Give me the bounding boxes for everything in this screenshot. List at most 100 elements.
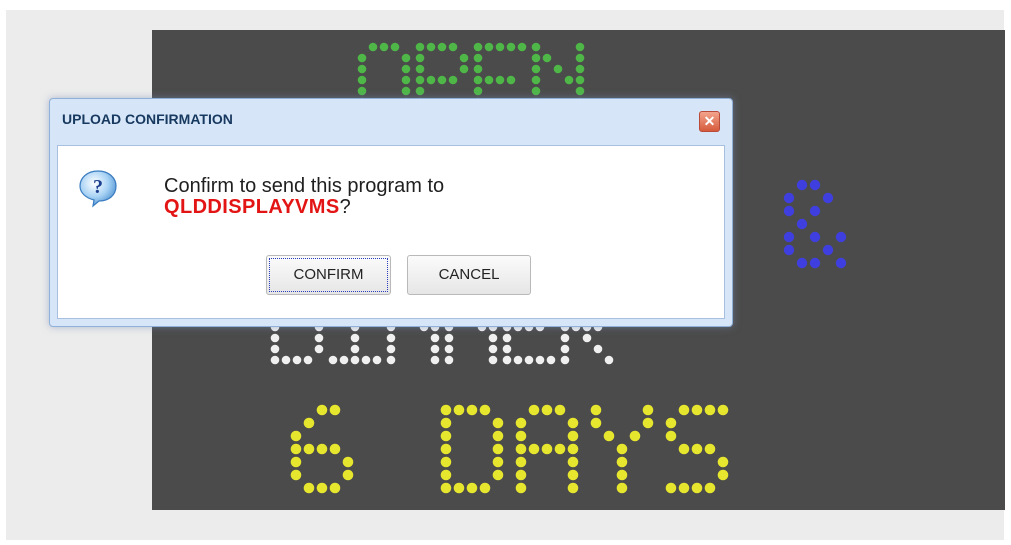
led-dot [554,404,566,416]
led-dot [270,333,280,343]
device-name: QLDDISPLAYVMS [164,196,340,218]
led-dot [553,64,563,74]
led-dot [484,75,494,85]
led-dot [515,417,527,429]
led-dot [560,355,570,365]
led-dot [531,64,541,74]
led-dot [515,482,527,494]
led-dot [575,75,585,85]
led-dot [303,482,315,494]
led-dot [459,64,469,74]
led-dot [691,404,703,416]
led-dot [567,443,579,455]
led-dot [492,417,504,429]
led-dot [415,53,425,63]
led-dot [665,482,677,494]
led-dot [502,344,512,354]
led-dot [809,179,821,191]
led-dot [541,404,553,416]
dialog-titlebar[interactable]: UPLOAD CONFIRMATION ✕ [50,99,732,143]
cancel-button[interactable]: CANCEL [407,255,531,295]
led-dot [430,344,440,354]
led-dot [582,333,592,343]
led-dot [506,42,516,52]
led-dot [390,42,400,52]
led-dot [524,355,534,365]
led-dot [440,482,452,494]
led-dot [426,75,436,85]
led-dot [502,333,512,343]
led-dot [809,231,821,243]
led-dot [704,482,716,494]
led-dot [357,53,367,63]
led-dot [492,469,504,481]
led-dot [567,469,579,481]
led-dot [665,430,677,442]
led-dot [290,469,302,481]
led-dot [444,333,454,343]
led-dot [564,75,574,85]
led-dot [437,42,447,52]
led-dot [717,456,729,468]
led-dot [314,344,324,354]
led-dot [466,404,478,416]
led-dot [590,417,602,429]
led-dot [426,42,436,52]
led-dot [440,443,452,455]
led-dot [560,344,570,354]
led-dot [531,53,541,63]
led-dot [473,64,483,74]
led-dot [440,404,452,416]
led-dot [430,333,440,343]
led-dot [473,42,483,52]
led-dot [350,344,360,354]
confirm-button[interactable]: CONFIRM [266,255,391,295]
led-dot [704,404,716,416]
led-dot [809,205,821,217]
led-dot [484,42,494,52]
led-dot [554,443,566,455]
led-dot [473,53,483,63]
led-dot [542,53,552,63]
led-dot [528,443,540,455]
led-dot [440,417,452,429]
led-dot [453,404,465,416]
led-dot [386,355,396,365]
question-icon: ? [79,170,117,208]
led-dot [567,482,579,494]
led-dot [290,456,302,468]
led-dot [459,53,469,63]
led-dot [415,86,425,96]
led-dot [541,443,553,455]
led-dot [401,53,411,63]
led-dot [329,443,341,455]
led-dot [440,469,452,481]
led-dot [567,430,579,442]
led-dot [479,404,491,416]
led-dot [342,456,354,468]
led-dot [691,482,703,494]
led-dot [448,75,458,85]
led-dot [835,231,847,243]
led-dot [783,231,795,243]
svg-text:?: ? [93,176,103,198]
led-dot [629,430,641,442]
led-dot [717,469,729,481]
led-dot [437,75,447,85]
led-dot [495,42,505,52]
led-dot [616,456,628,468]
led-dot [560,333,570,343]
led-dot [415,75,425,85]
led-dot [444,355,454,365]
led-dot [357,86,367,96]
led-dot [506,75,516,85]
close-icon[interactable]: ✕ [699,111,720,132]
led-dot [479,482,491,494]
led-dot [292,355,302,365]
led-dot [314,333,324,343]
led-dot [575,64,585,74]
led-dot [531,86,541,96]
led-dot [350,355,360,365]
led-dot [604,355,614,365]
led-dot [502,355,512,365]
